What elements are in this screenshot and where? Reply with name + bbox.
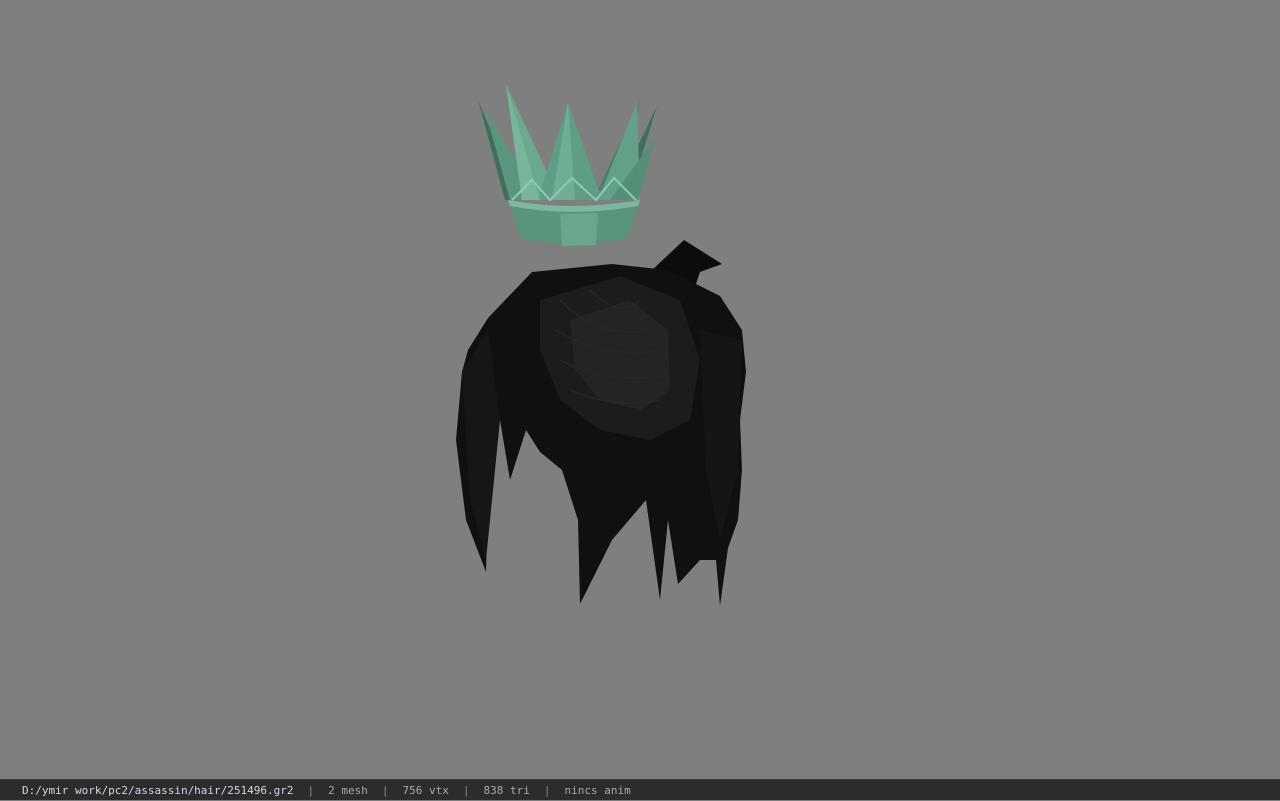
separator: | xyxy=(462,783,470,797)
vertex-count: 756 vtx xyxy=(402,783,449,797)
crown-model xyxy=(478,84,657,246)
file-path: D:/ymir work/pc2/assassin/hair/251496.gr… xyxy=(22,783,294,797)
mesh-count: 2 mesh xyxy=(328,783,368,797)
animation-status: nincs anim xyxy=(564,783,631,797)
model-render xyxy=(456,84,746,606)
separator: | xyxy=(307,783,315,797)
3d-viewport[interactable] xyxy=(0,0,1280,779)
triangle-count: 838 tri xyxy=(483,783,530,797)
separator: | xyxy=(381,783,389,797)
separator: | xyxy=(543,783,551,797)
hair-model xyxy=(456,240,746,606)
status-bar: D:/ymir work/pc2/assassin/hair/251496.gr… xyxy=(0,779,1280,800)
